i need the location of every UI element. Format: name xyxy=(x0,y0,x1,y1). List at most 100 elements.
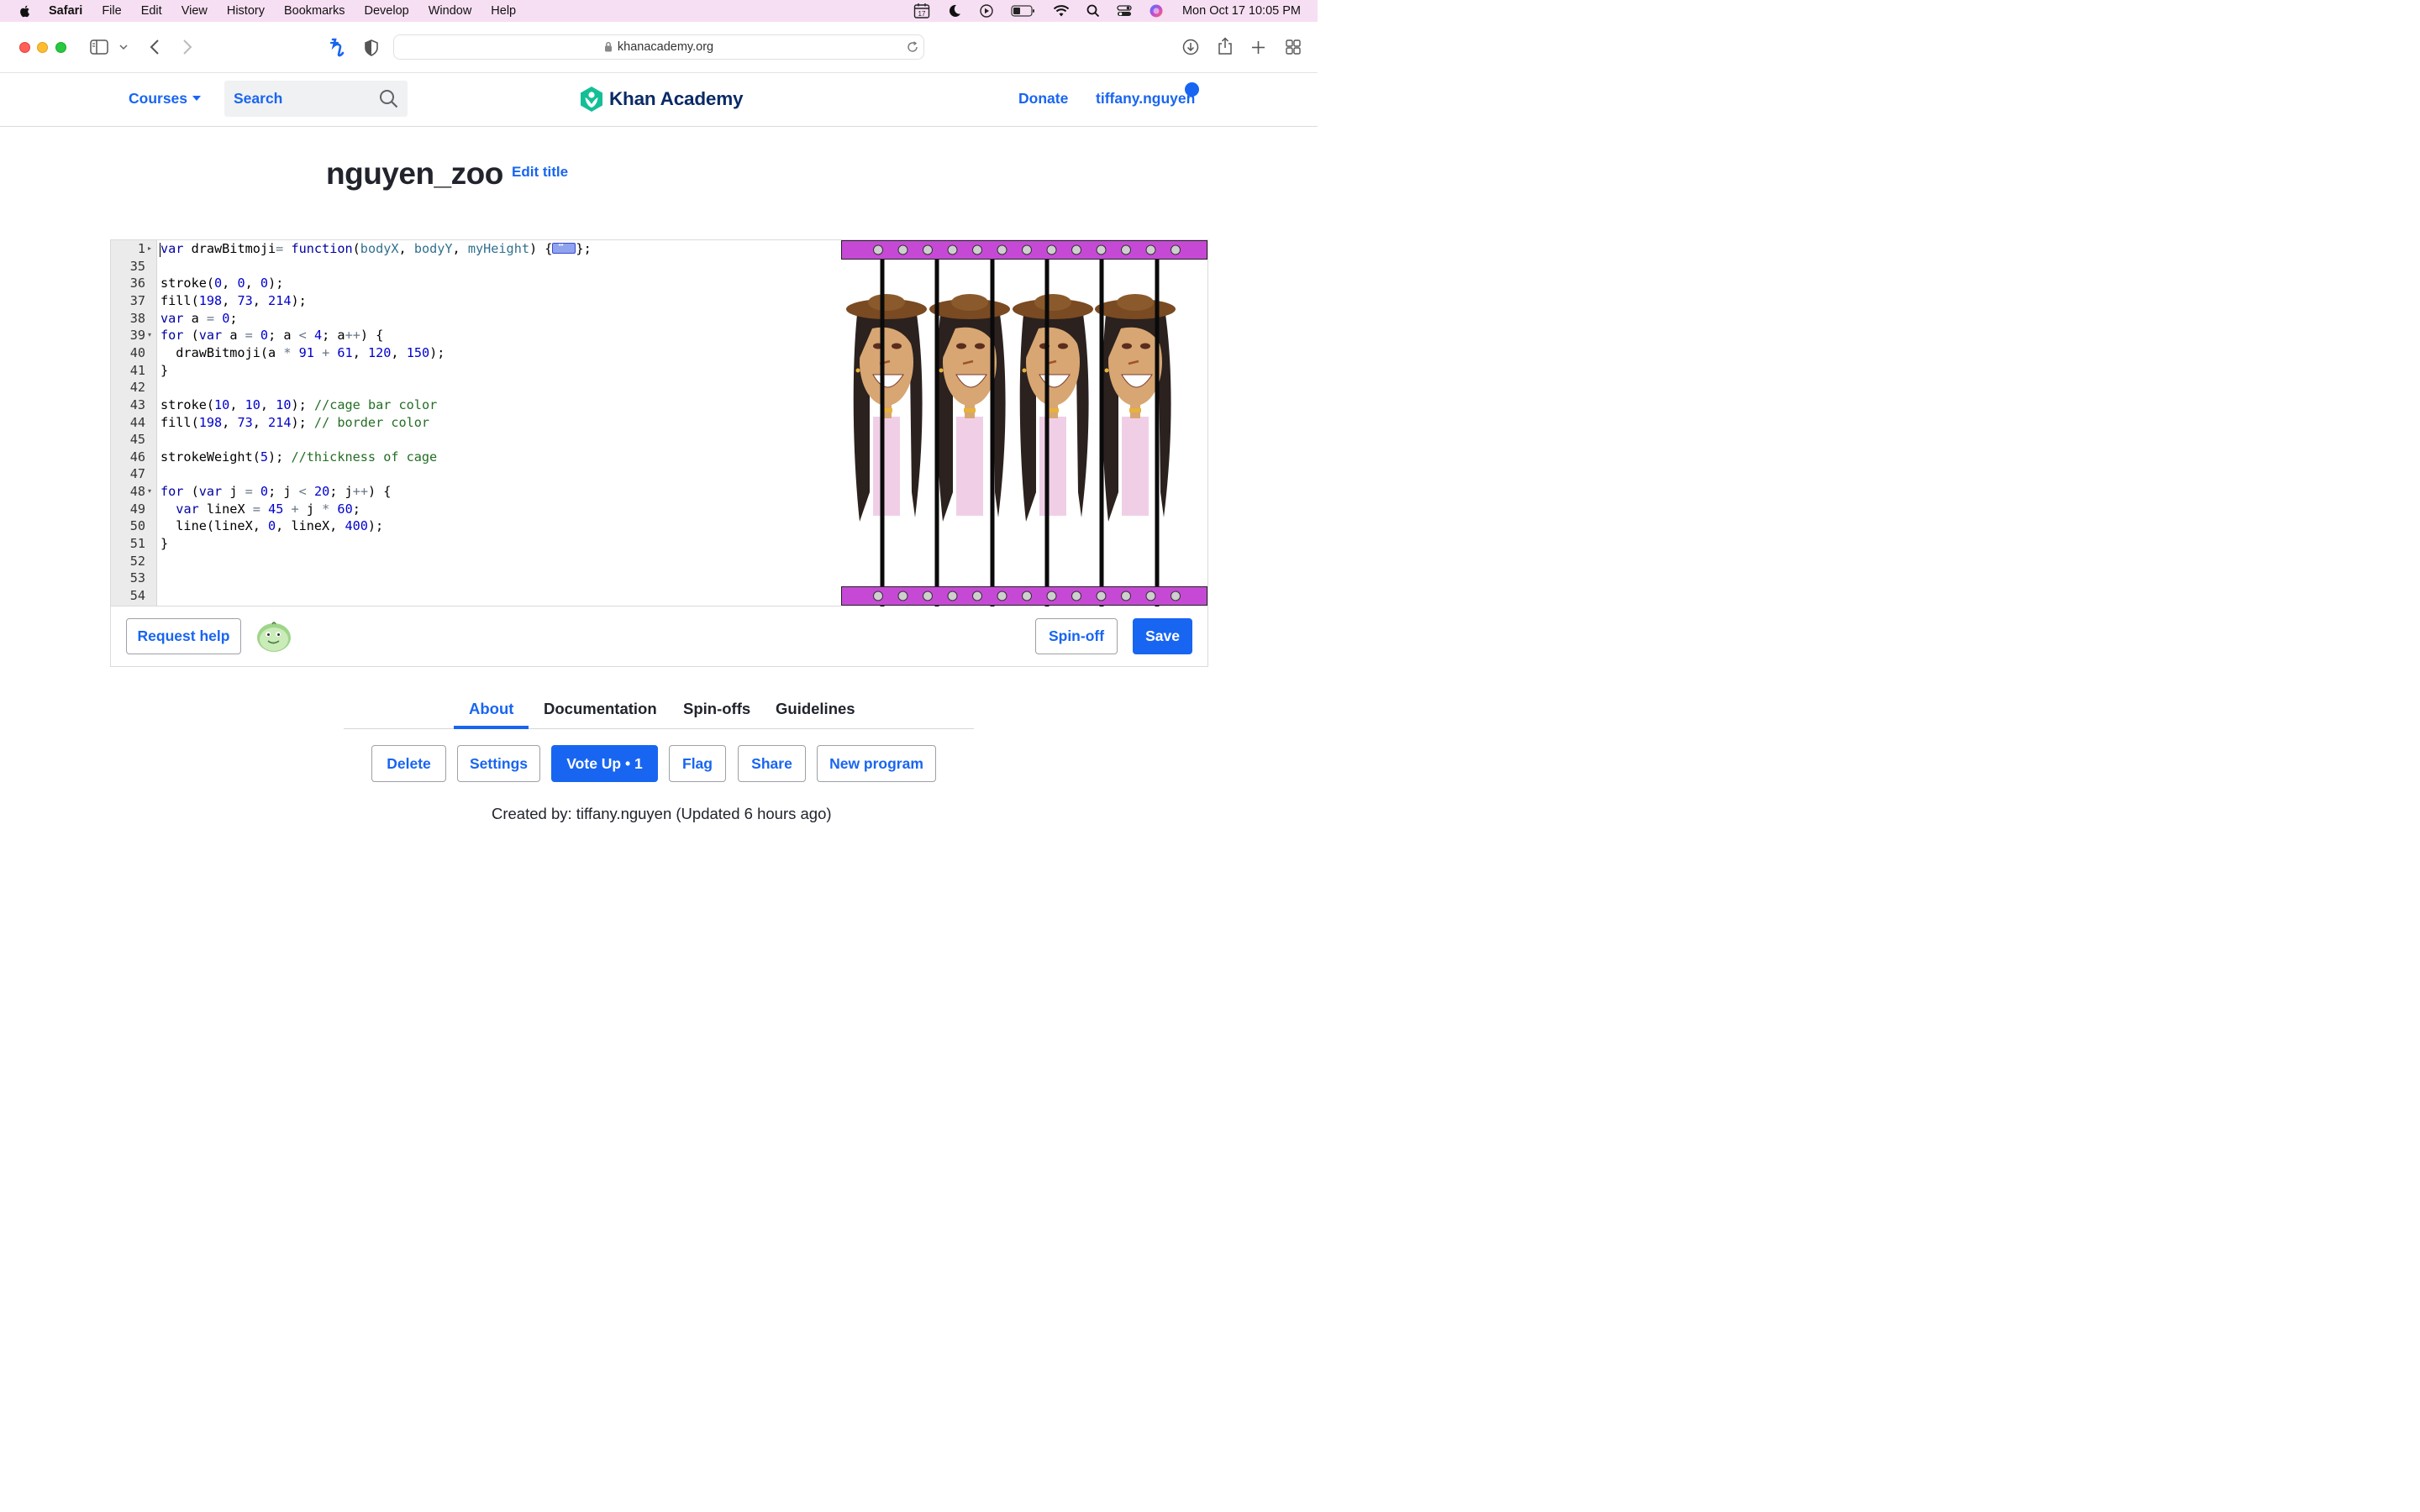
new-tab-icon[interactable] xyxy=(1251,40,1265,55)
bitmoji-right-eye xyxy=(975,343,985,349)
clock-datetime[interactable]: Mon Oct 17 10:05 PM xyxy=(1182,4,1301,18)
cage-rivet xyxy=(873,244,883,255)
back-icon[interactable] xyxy=(150,39,160,55)
line-number: 47 xyxy=(129,466,145,482)
new-program-button[interactable]: New program xyxy=(817,745,936,782)
share-icon[interactable] xyxy=(1218,37,1233,55)
menu-view[interactable]: View xyxy=(182,4,208,18)
menu-window[interactable]: Window xyxy=(429,4,472,18)
reload-icon[interactable] xyxy=(907,41,918,53)
cage-rivet xyxy=(897,244,908,255)
bitmoji-earring xyxy=(1104,368,1109,373)
fold-collapse-icon[interactable]: ▾ xyxy=(148,487,151,495)
line-number: 40 xyxy=(129,344,145,360)
code-line[interactable]: stroke(0, 0, 0); xyxy=(160,276,283,291)
spotlight-search-icon[interactable] xyxy=(1086,4,1100,18)
search-input[interactable]: Search xyxy=(224,81,408,117)
tab-about[interactable]: About xyxy=(469,700,513,718)
created-by-text: Created by: tiffany.nguyen (Updated 6 ho… xyxy=(492,805,832,822)
bitmoji-hat-crown xyxy=(1117,294,1154,311)
menu-bookmarks[interactable]: Bookmarks xyxy=(284,4,345,18)
folded-code-marker[interactable] xyxy=(552,240,576,254)
code-line[interactable]: fill(198, 73, 214); // border color xyxy=(160,415,429,430)
forward-icon[interactable] xyxy=(182,39,192,55)
tab-overview-icon[interactable] xyxy=(1286,39,1301,55)
menu-history[interactable]: History xyxy=(227,4,265,18)
sidebar-toggle-icon[interactable] xyxy=(90,39,108,55)
minimize-window-button[interactable] xyxy=(37,42,48,53)
code-line[interactable]: } xyxy=(160,363,168,378)
focus-moon-icon[interactable] xyxy=(947,3,962,18)
privacy-shield-icon[interactable] xyxy=(364,39,379,56)
program-title: nguyen_zoo xyxy=(326,156,503,191)
fold-expand-icon[interactable]: ▸ xyxy=(148,244,151,252)
spin-off-button[interactable]: Spin-off xyxy=(1035,618,1118,654)
notification-dot[interactable] xyxy=(1185,82,1199,97)
flag-button[interactable]: Flag xyxy=(669,745,726,782)
bitmoji-necklace xyxy=(1129,408,1141,412)
program-output-canvas[interactable] xyxy=(841,240,1207,606)
khan-academy-logo[interactable]: Khan Academy xyxy=(579,86,744,113)
calendar-day: 17 xyxy=(918,10,926,18)
save-button[interactable]: Save xyxy=(1133,618,1192,654)
address-bar[interactable]: khanacademy.org xyxy=(393,34,924,60)
share-button[interactable]: Share xyxy=(738,745,806,782)
code-line[interactable]: var drawBitmoji= function(bodyX, bodyY, … xyxy=(160,240,592,256)
code-line[interactable]: var a = 0; xyxy=(160,311,238,326)
delete-button[interactable]: Delete xyxy=(371,745,446,782)
zoom-window-button[interactable] xyxy=(55,42,66,53)
request-help-button[interactable]: Request help xyxy=(126,618,241,654)
code-line[interactable]: for (var j = 0; j < 20; j++) { xyxy=(160,484,391,499)
bitmoji-hat-crown xyxy=(951,294,988,311)
vote-up-button[interactable]: Vote Up • 1 xyxy=(551,745,658,782)
code-line[interactable]: } xyxy=(160,536,168,551)
code-line[interactable]: var lineX = 45 + j * 60; xyxy=(160,501,360,517)
bitmoji-left-eye xyxy=(956,343,966,349)
close-window-button[interactable] xyxy=(19,42,30,53)
address-bar-text[interactable]: khanacademy.org xyxy=(394,40,923,54)
bitmoji-earring xyxy=(855,368,860,373)
line-number: 53 xyxy=(129,570,145,586)
menu-app-safari[interactable]: Safari xyxy=(49,4,82,18)
cage-rivet xyxy=(947,591,958,601)
avatar-icon[interactable] xyxy=(255,620,292,654)
menu-file[interactable]: File xyxy=(102,4,121,18)
cage-rivet xyxy=(972,591,982,601)
cage-rivet xyxy=(1145,591,1156,601)
now-playing-icon[interactable] xyxy=(979,3,994,18)
code-line[interactable]: fill(198, 73, 214); xyxy=(160,293,307,308)
tab-spin-offs[interactable]: Spin-offs xyxy=(683,700,750,718)
khan-extension-icon[interactable] xyxy=(329,38,347,58)
menu-help[interactable]: Help xyxy=(491,4,516,18)
lock-icon xyxy=(604,41,612,52)
khan-academy-wordmark: Khan Academy xyxy=(609,88,744,109)
downloads-icon[interactable] xyxy=(1182,39,1199,55)
search-icon[interactable] xyxy=(379,89,398,108)
tab-guidelines[interactable]: Guidelines xyxy=(776,700,855,718)
code-line[interactable]: stroke(10, 10, 10); //cage bar color xyxy=(160,397,437,412)
code-line[interactable]: for (var a = 0; a < 4; a++) { xyxy=(160,328,383,343)
settings-button[interactable]: Settings xyxy=(457,745,540,782)
khan-academy-logo-icon xyxy=(581,87,602,112)
code-line[interactable]: drawBitmoji(a * 91 + 61, 120, 150); xyxy=(160,345,445,360)
bitmoji-earring xyxy=(939,368,944,373)
siri-icon[interactable] xyxy=(1149,3,1164,18)
code-line[interactable]: line(lineX, 0, lineX, 400); xyxy=(160,518,383,533)
calendar-icon[interactable]: 17 xyxy=(913,3,930,19)
menu-develop[interactable]: Develop xyxy=(365,4,409,18)
code-line[interactable]: strokeWeight(5); //thickness of cage xyxy=(160,449,437,465)
courses-menu[interactable]: Courses xyxy=(129,90,202,108)
bitmoji-shirt xyxy=(1122,417,1149,516)
chevron-down-icon[interactable] xyxy=(119,44,128,50)
apple-logo-icon[interactable] xyxy=(18,4,32,18)
fold-collapse-icon[interactable]: ▾ xyxy=(148,331,151,339)
menu-edit[interactable]: Edit xyxy=(141,4,162,18)
control-center-icon[interactable] xyxy=(1117,4,1132,18)
battery-icon[interactable] xyxy=(1011,4,1036,18)
wifi-icon[interactable] xyxy=(1053,4,1070,18)
donate-link[interactable]: Donate xyxy=(1018,90,1068,108)
macos-menu-bar: Safari File Edit View History Bookmarks … xyxy=(0,0,1318,22)
tab-documentation[interactable]: Documentation xyxy=(544,700,657,718)
edit-title-link[interactable]: Edit title xyxy=(512,164,568,181)
user-menu[interactable]: tiffany.nguyen xyxy=(1096,90,1195,108)
